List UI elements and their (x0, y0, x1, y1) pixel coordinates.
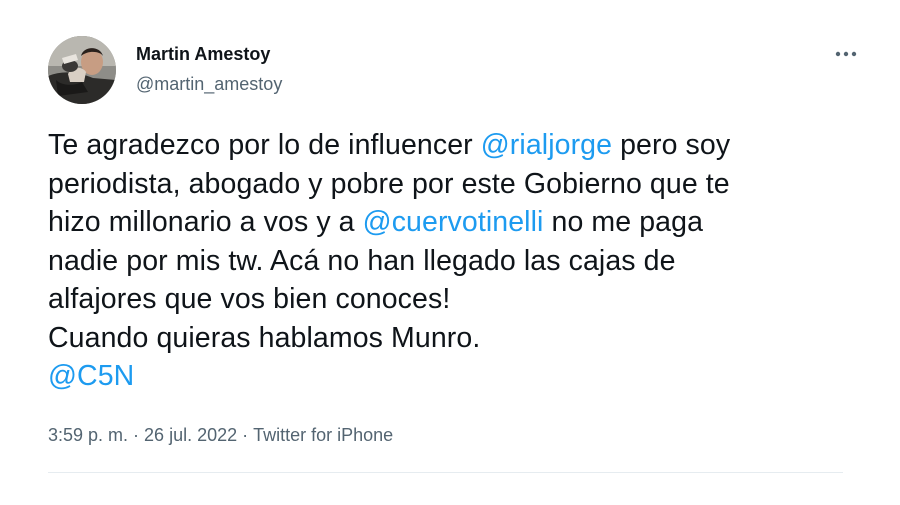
tweet-text-segment: pero soy (612, 129, 731, 161)
author-handle[interactable]: @martin_amestoy (136, 74, 282, 95)
tweet-line: periodista, abogado y pobre por este Gob… (48, 165, 848, 204)
author-name[interactable]: Martin Amestoy (136, 44, 270, 65)
tweet-line: hizo millonario a vos y a @cuervotinelli… (48, 203, 848, 242)
tweet-line: Te agradezco por lo de influencer @rialj… (48, 126, 848, 165)
tweet-line: @C5N (48, 357, 848, 396)
tweet-line: alfajores que vos bien conoces! (48, 280, 848, 319)
tweet-card: Martin Amestoy @martin_amestoy Te agrade… (0, 0, 900, 505)
meta-separator: · (242, 425, 249, 445)
mention-link[interactable]: @rialjorge (481, 129, 612, 161)
avatar[interactable] (48, 36, 116, 104)
tweet-text-segment: Cuando quieras hablamos Munro. (48, 321, 481, 354)
tweet-line: nadie por mis tw. Acá no han llegado las… (48, 242, 848, 281)
tweet-source[interactable]: Twitter for iPhone (253, 425, 393, 445)
tweet-text-segment: periodista, abogado y pobre por este Gob… (48, 167, 730, 200)
mention-link[interactable]: @cuervotinelli (363, 206, 544, 238)
divider (48, 472, 843, 473)
mention-link[interactable]: @C5N (48, 360, 134, 392)
tweet-text-segment: nadie por mis tw. Acá no han llegado las… (48, 244, 676, 277)
tweet-line: Cuando quieras hablamos Munro. (48, 319, 848, 358)
avatar-photo (48, 36, 116, 104)
tweet-text: Te agradezco por lo de influencer @rialj… (48, 126, 848, 396)
more-options-icon (835, 51, 857, 57)
tweet-text-segment: no me paga (543, 206, 704, 238)
tweet-time[interactable]: 3:59 p. m. (48, 425, 128, 445)
tweet-text-segment: Te agradezco por lo de influencer (48, 129, 481, 161)
tweet-text-segment: hizo millonario a vos y a (48, 206, 363, 238)
tweet-date[interactable]: 26 jul. 2022 (144, 425, 237, 445)
tweet-header: Martin Amestoy @martin_amestoy (48, 34, 860, 104)
tweet-text-segment: alfajores que vos bien conoces! (48, 283, 451, 315)
tweet-meta: 3:59 p. m. · 26 jul. 2022 · Twitter for iPho… (48, 425, 393, 446)
more-options-button[interactable] (832, 40, 860, 68)
meta-separator: · (133, 425, 140, 445)
